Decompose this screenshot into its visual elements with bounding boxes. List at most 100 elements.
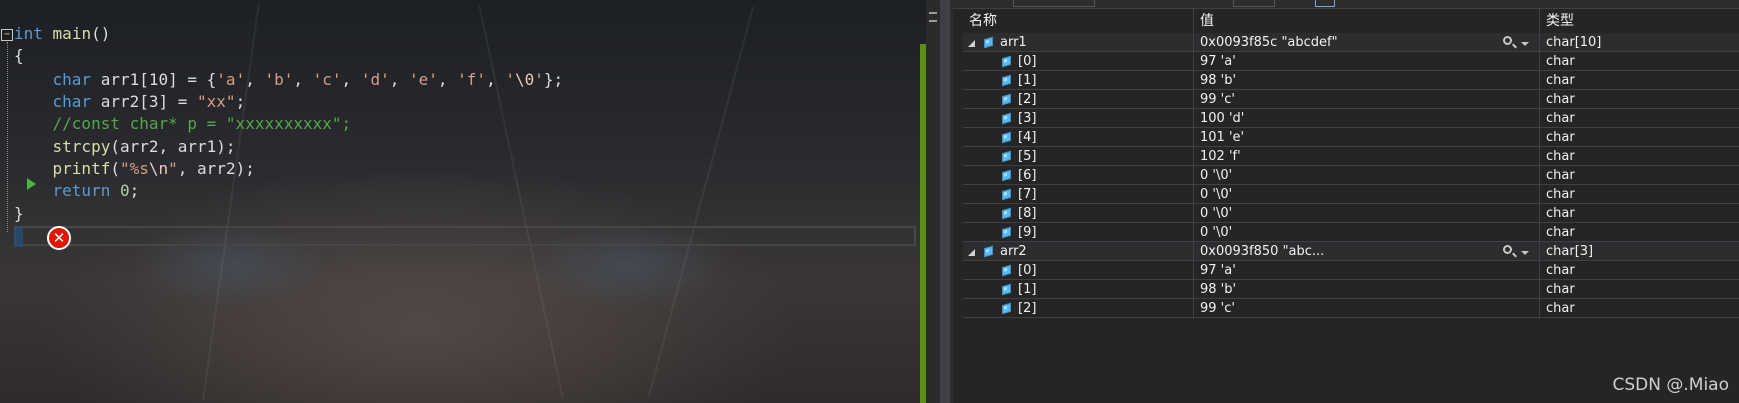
watch-name: [0]	[1018, 263, 1037, 278]
cell-divider	[1193, 52, 1194, 72]
watch-window[interactable]: 名称 值 类型 arr1 0x0093f85c "abcdef" char[10] […	[953, 0, 1739, 403]
watch-child-row[interactable]: [0] 97 'a' char	[963, 261, 1739, 281]
watch-child-row[interactable]: [1] 98 'b' char	[963, 71, 1739, 91]
cell-divider	[1193, 90, 1194, 110]
search-depth-box[interactable]	[1233, 0, 1275, 7]
code-editor[interactable]: − int main(){ char arr1[10] = {'a', 'b',…	[0, 0, 940, 403]
code-line[interactable]: {	[14, 45, 24, 67]
watch-name: [5]	[1018, 149, 1037, 164]
code-line[interactable]: printf("%s\n", arr2);	[14, 158, 255, 180]
watch-child-row[interactable]: [4] 101 'e' char	[963, 128, 1739, 148]
watch-value[interactable]: 0 '\0'	[1200, 223, 1500, 243]
variable-icon	[1002, 283, 1011, 296]
variable-icon	[1002, 207, 1011, 220]
watch-value[interactable]: 97 'a'	[1200, 52, 1500, 72]
cell-divider	[1539, 166, 1540, 186]
code-token: "%s	[119, 159, 149, 178]
code-token: 'f'	[457, 70, 487, 89]
watch-value[interactable]: 99 'c'	[1200, 90, 1500, 110]
column-name-header[interactable]: 名称	[963, 9, 1193, 33]
code-line[interactable]: char arr1[10] = {'a', 'b', 'c', 'd', 'e'…	[14, 69, 564, 91]
watch-parent-row[interactable]: arr1 0x0093f85c "abcdef" char[10]	[963, 33, 1739, 53]
watch-child-row[interactable]: [3] 100 'd' char	[963, 109, 1739, 129]
watch-child-row[interactable]: [9] 0 '\0' char	[963, 223, 1739, 243]
scrollbar-split-handle[interactable]	[929, 12, 937, 22]
watch-name: [2]	[1018, 301, 1037, 316]
collapse-icon[interactable]	[968, 249, 975, 256]
watch-type: char	[1546, 168, 1575, 183]
cell-divider	[1193, 147, 1194, 167]
code-token: printf	[52, 159, 111, 178]
code-token: (	[110, 159, 120, 178]
text-caret	[14, 227, 23, 247]
watch-child-row[interactable]: [7] 0 '\0' char	[963, 185, 1739, 205]
variable-icon	[1002, 150, 1011, 163]
column-value-header[interactable]: 值	[1194, 9, 1539, 33]
watch-type: char[3]	[1546, 244, 1594, 259]
code-line[interactable]: strcpy(arr2, arr1);	[14, 136, 236, 158]
cell-divider	[1539, 299, 1540, 319]
watch-value[interactable]: 98 'b'	[1200, 71, 1500, 91]
watch-value[interactable]: 0x0093f85c "abcdef"	[1200, 33, 1500, 53]
vertical-scrollbar[interactable]	[926, 0, 940, 403]
cell-divider	[1193, 299, 1194, 319]
error-icon[interactable]: ✕	[47, 226, 71, 250]
cell-divider	[1193, 71, 1194, 91]
watch-type: char	[1546, 92, 1575, 107]
watch-child-row[interactable]: [6] 0 '\0' char	[963, 166, 1739, 186]
watch-child-row[interactable]: [1] 98 'b' char	[963, 280, 1739, 300]
watch-value[interactable]: 102 'f'	[1200, 147, 1500, 167]
code-token: \n	[148, 159, 169, 178]
text-visualizer-icon[interactable]	[1503, 245, 1512, 254]
watch-value[interactable]: 0 '\0'	[1200, 166, 1500, 186]
watch-value[interactable]: 97 'a'	[1200, 261, 1500, 281]
watch-type: char	[1546, 149, 1575, 164]
variable-icon	[984, 245, 993, 258]
variable-icon	[1002, 131, 1011, 144]
watch-child-row[interactable]: [8] 0 '\0' char	[963, 204, 1739, 224]
watch-child-row[interactable]: [0] 97 'a' char	[963, 52, 1739, 72]
watch-value[interactable]: 99 'c'	[1200, 299, 1500, 319]
watch-value[interactable]: 0x0093f850 "abc...	[1200, 242, 1500, 262]
watch-child-row[interactable]: [5] 102 'f' char	[963, 147, 1739, 167]
code-line[interactable]: char arr2[3] = "xx";	[14, 91, 246, 113]
watch-name: arr2	[1000, 244, 1027, 259]
code-token: ()	[91, 24, 111, 43]
code-line[interactable]: //const char* p = "xxxxxxxxxx";	[14, 113, 352, 135]
code-token: char	[52, 70, 92, 89]
code-token: ;	[129, 181, 140, 200]
watch-parent-row[interactable]: arr2 0x0093f850 "abc... char[3]	[963, 242, 1739, 262]
cell-divider	[1193, 166, 1194, 186]
next-statement-arrow-icon[interactable]	[27, 178, 36, 190]
code-token: 'c'	[312, 70, 342, 89]
code-token: (arr2, arr1);	[110, 137, 236, 156]
cell-divider	[1539, 185, 1540, 205]
watch-value[interactable]: 100 'd'	[1200, 109, 1500, 129]
watch-value[interactable]: 101 'e'	[1200, 128, 1500, 148]
cell-divider	[1539, 147, 1540, 167]
watch-value[interactable]: 98 'b'	[1200, 280, 1500, 300]
watch-value[interactable]: 0 '\0'	[1200, 204, 1500, 224]
watch-toolbar[interactable]	[953, 0, 1739, 9]
code-token: strcpy	[52, 137, 111, 156]
watch-child-row[interactable]: [2] 99 'c' char	[963, 299, 1739, 319]
collapse-region-icon[interactable]: −	[1, 29, 13, 41]
code-line[interactable]: }	[14, 203, 24, 225]
search-box[interactable]	[1013, 0, 1095, 7]
cell-divider	[1539, 280, 1540, 300]
collapse-icon[interactable]	[968, 40, 975, 47]
text-visualizer-icon[interactable]	[1503, 36, 1512, 45]
visualizer-dropdown-icon[interactable]	[1521, 251, 1529, 255]
code-line[interactable]: int main()	[14, 23, 110, 45]
cell-divider	[1193, 128, 1194, 148]
watch-child-row[interactable]: [2] 99 'c' char	[963, 90, 1739, 110]
watch-value[interactable]: 0 '\0'	[1200, 185, 1500, 205]
toolbar-toggle-button[interactable]	[1315, 0, 1335, 7]
visualizer-dropdown-icon[interactable]	[1521, 42, 1529, 46]
column-type-header[interactable]: 类型	[1540, 9, 1739, 33]
